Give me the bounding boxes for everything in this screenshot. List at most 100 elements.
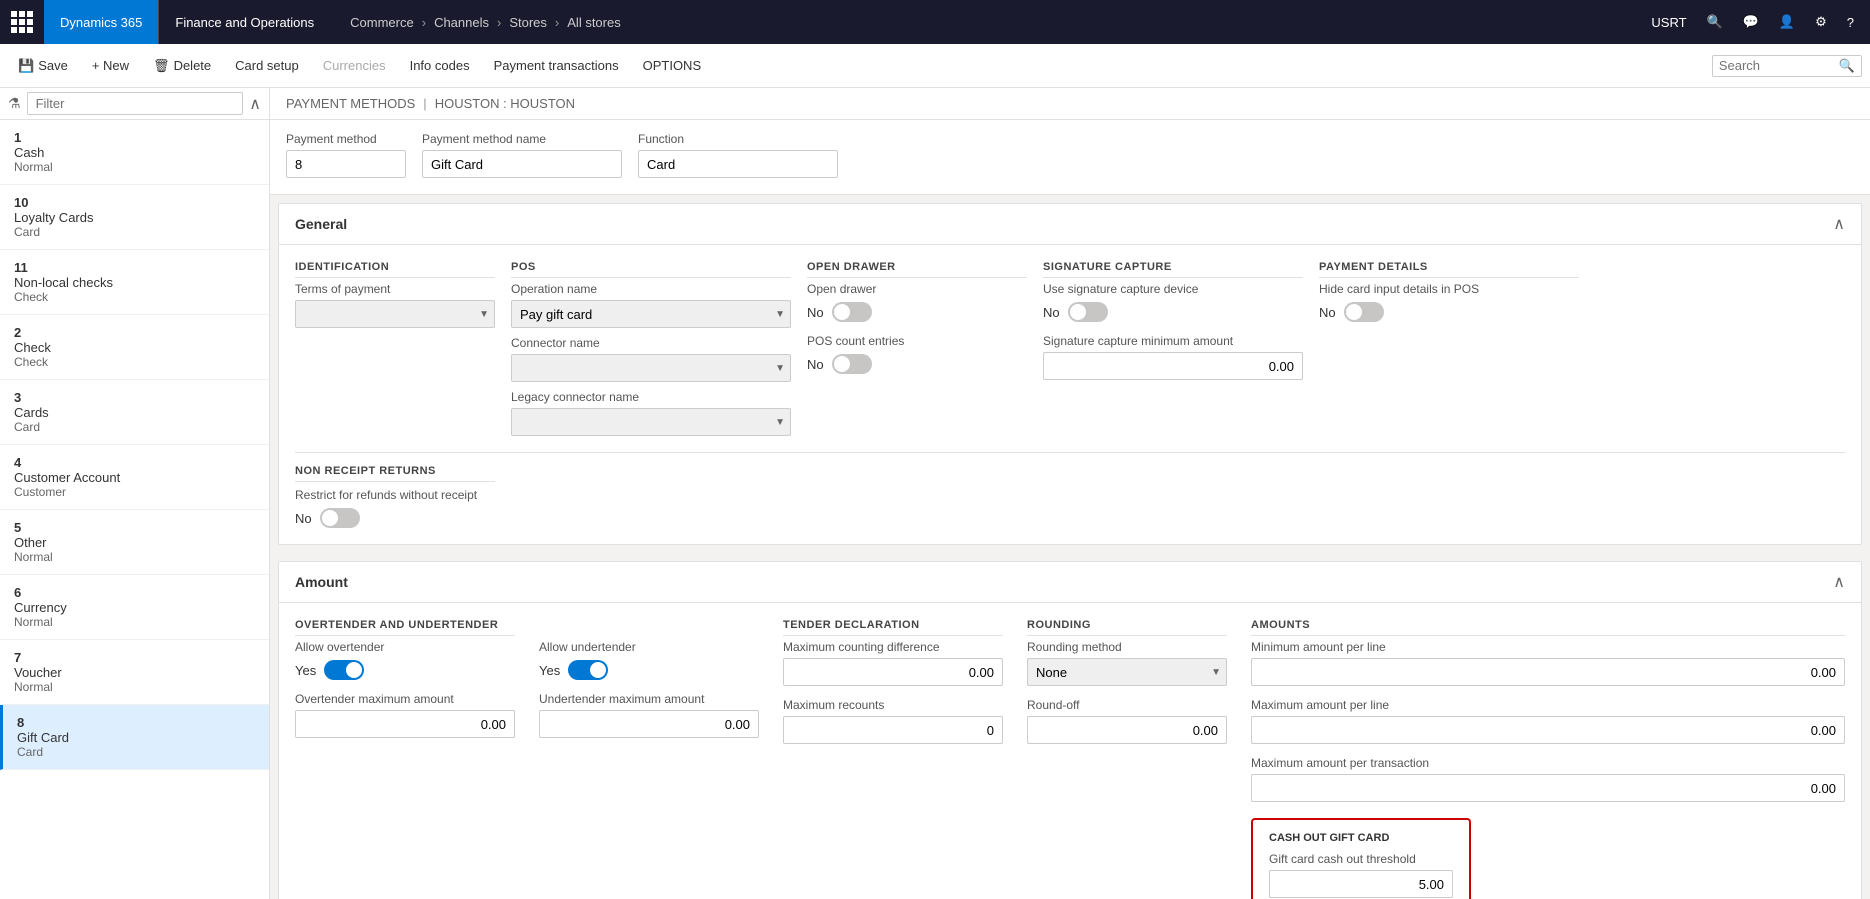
legacy-connector-field: Legacy connector name ▼ bbox=[511, 390, 791, 436]
sidebar-item-3[interactable]: 3 Cards Card bbox=[0, 380, 269, 445]
breadcrumb-part2: HOUSTON : HOUSTON bbox=[435, 96, 575, 111]
max-counting-diff-input[interactable] bbox=[783, 658, 1003, 686]
general-section-collapse-btn[interactable]: ∧ bbox=[1833, 214, 1845, 234]
sidebar-filter-input[interactable] bbox=[27, 92, 244, 115]
legacy-connector-select[interactable] bbox=[511, 408, 791, 436]
brand-label: Dynamics 365 bbox=[60, 15, 142, 30]
sidebar-item-11[interactable]: 11 Non-local checks Check bbox=[0, 250, 269, 315]
general-section-header: General ∧ bbox=[279, 204, 1861, 245]
card-setup-button[interactable]: Card setup bbox=[225, 50, 309, 82]
card-setup-label: Card setup bbox=[235, 58, 299, 73]
restrict-refunds-toggle[interactable] bbox=[320, 508, 360, 528]
save-button[interactable]: 💾 Save bbox=[8, 50, 78, 82]
overtender-max-input[interactable] bbox=[295, 710, 515, 738]
sidebar-item-number: 2 bbox=[14, 325, 255, 340]
sidebar-item-6[interactable]: 6 Currency Normal bbox=[0, 575, 269, 640]
min-amount-per-line-input[interactable] bbox=[1251, 658, 1845, 686]
max-amount-per-transaction-label: Maximum amount per transaction bbox=[1251, 756, 1845, 770]
terms-of-payment-field: Terms of payment ▼ bbox=[295, 282, 495, 328]
max-counting-diff-field: Maximum counting difference bbox=[783, 640, 1003, 686]
amounts-col: AMOUNTS Minimum amount per line Maximum … bbox=[1251, 619, 1845, 899]
sidebar-item-7[interactable]: 7 Voucher Normal bbox=[0, 640, 269, 705]
amount-section-body: OVERTENDER AND UNDERTENDER Allow overten… bbox=[279, 603, 1861, 899]
undertender-max-field: Undertender maximum amount bbox=[539, 692, 759, 738]
max-amount-per-transaction-input[interactable] bbox=[1251, 774, 1845, 802]
use-signature-toggle[interactable] bbox=[1068, 302, 1108, 322]
sidebar-item-5[interactable]: 5 Other Normal bbox=[0, 510, 269, 575]
sidebar-item-type: Customer bbox=[14, 485, 255, 499]
hide-card-input-toggle[interactable] bbox=[1344, 302, 1384, 322]
overtender-max-label: Overtender maximum amount bbox=[295, 692, 515, 706]
form-header: Payment method Payment method name Funct… bbox=[270, 120, 1870, 195]
sig-capture-min-input[interactable] bbox=[1043, 352, 1303, 380]
general-section-body: IDENTIFICATION Terms of payment ▼ bbox=[279, 245, 1861, 544]
max-amount-per-line-input[interactable] bbox=[1251, 716, 1845, 744]
chat-nav-btn[interactable]: 💬 bbox=[1735, 10, 1767, 34]
amounts-title: AMOUNTS bbox=[1251, 619, 1845, 636]
connector-name-select-wrap: ▼ bbox=[511, 354, 791, 382]
connector-name-select[interactable] bbox=[511, 354, 791, 382]
payment-method-field: Payment method bbox=[286, 132, 406, 178]
sidebar-item-8[interactable]: 8 Gift Card Card bbox=[0, 705, 269, 770]
allow-overtender-toggle[interactable] bbox=[324, 660, 364, 680]
non-receipt-returns-row: NON RECEIPT RETURNS Restrict for refunds… bbox=[295, 452, 1845, 528]
pos-title: POS bbox=[511, 261, 791, 278]
filter-icon-btn[interactable]: ⚗ bbox=[8, 95, 21, 112]
sidebar-item-10[interactable]: 10 Loyalty Cards Card bbox=[0, 185, 269, 250]
allow-undertender-value: Yes bbox=[539, 663, 560, 678]
identification-title: IDENTIFICATION bbox=[295, 261, 495, 278]
function-input[interactable] bbox=[638, 150, 838, 178]
sidebar-item-name: Cards bbox=[14, 405, 255, 420]
max-amount-per-line-field: Maximum amount per line bbox=[1251, 698, 1845, 744]
delete-button[interactable]: 🗑 Delete bbox=[143, 50, 221, 82]
max-recounts-input[interactable] bbox=[783, 716, 1003, 744]
help-nav-btn[interactable]: ? bbox=[1839, 11, 1862, 34]
connector-name-field: Connector name ▼ bbox=[511, 336, 791, 382]
non-receipt-returns-title: NON RECEIPT RETURNS bbox=[295, 465, 495, 482]
new-label: + New bbox=[92, 58, 129, 73]
allow-undertender-toggle[interactable] bbox=[568, 660, 608, 680]
options-button[interactable]: OPTIONS bbox=[633, 50, 712, 82]
profile-nav-btn[interactable]: 👤 bbox=[1771, 10, 1803, 34]
operation-name-select[interactable]: Pay gift card bbox=[511, 300, 791, 328]
new-button[interactable]: + New bbox=[82, 50, 139, 82]
general-fields-grid: IDENTIFICATION Terms of payment ▼ bbox=[295, 261, 1845, 436]
open-drawer-toggle[interactable] bbox=[832, 302, 872, 322]
sidebar-item-1[interactable]: 1 Cash Normal bbox=[0, 120, 269, 185]
undertender-max-input[interactable] bbox=[539, 710, 759, 738]
sidebar-item-4[interactable]: 4 Customer Account Customer bbox=[0, 445, 269, 510]
sidebar-item-number: 4 bbox=[14, 455, 255, 470]
toolbar-search-input[interactable] bbox=[1719, 58, 1839, 73]
gift-card-threshold-field: Gift card cash out threshold bbox=[1269, 852, 1453, 898]
allow-overtender-value: Yes bbox=[295, 663, 316, 678]
payment-method-input[interactable] bbox=[286, 150, 406, 178]
terms-of-payment-label: Terms of payment bbox=[295, 282, 495, 296]
terms-of-payment-select[interactable] bbox=[295, 300, 495, 328]
user-label[interactable]: USRT bbox=[1643, 11, 1694, 34]
content-area: PAYMENT METHODS | HOUSTON : HOUSTON Paym… bbox=[270, 88, 1870, 899]
sidebar-collapse-btn[interactable]: ∧ bbox=[249, 94, 261, 114]
payment-transactions-button[interactable]: Payment transactions bbox=[484, 50, 629, 82]
search-nav-btn[interactable]: 🔍 bbox=[1699, 10, 1731, 34]
sidebar-item-2[interactable]: 2 Check Check bbox=[0, 315, 269, 380]
toolbar-search: 🔍 bbox=[1712, 55, 1862, 77]
operation-name-select-wrap: Pay gift card ▼ bbox=[511, 300, 791, 328]
sidebar-item-number: 7 bbox=[14, 650, 255, 665]
rounding-method-select[interactable]: None Normal Down Up bbox=[1027, 658, 1227, 686]
sidebar-item-name: Non-local checks bbox=[14, 275, 255, 290]
settings-nav-btn[interactable]: ⚙ bbox=[1807, 10, 1835, 34]
currencies-button[interactable]: Currencies bbox=[313, 50, 396, 82]
max-recounts-label: Maximum recounts bbox=[783, 698, 1003, 712]
open-drawer-value: No bbox=[807, 305, 824, 320]
amount-section-collapse-btn[interactable]: ∧ bbox=[1833, 572, 1845, 592]
currencies-label: Currencies bbox=[323, 58, 386, 73]
info-codes-button[interactable]: Info codes bbox=[400, 50, 480, 82]
round-off-input[interactable] bbox=[1027, 716, 1227, 744]
payment-method-name-input[interactable] bbox=[422, 150, 622, 178]
breadcrumb-sep: | bbox=[423, 96, 426, 111]
gift-card-threshold-input[interactable] bbox=[1269, 870, 1453, 898]
rounding-method-label: Rounding method bbox=[1027, 640, 1227, 654]
waffle-menu[interactable] bbox=[0, 0, 44, 44]
restrict-refunds-label: Restrict for refunds without receipt bbox=[295, 488, 1845, 502]
pos-count-entries-toggle[interactable] bbox=[832, 354, 872, 374]
